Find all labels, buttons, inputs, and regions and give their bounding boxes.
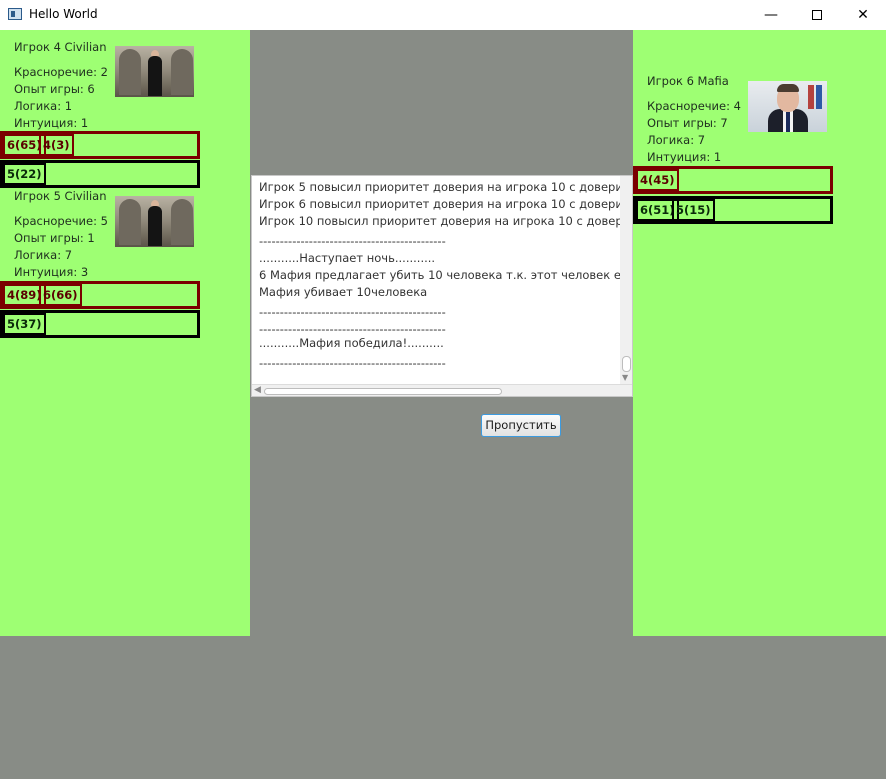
trust-tag: 5(22) xyxy=(3,163,46,185)
log-line: Игрок 10 повысил приоритет доверия на иг… xyxy=(259,214,633,228)
stat-eloquence: Красноречие: 2 xyxy=(14,65,108,79)
stat-logic: Логика: 7 xyxy=(647,133,706,147)
log-line: 6 Мафия предлагает убить 10 человека т.к… xyxy=(259,268,633,282)
scrollbar-thumb[interactable] xyxy=(622,356,631,372)
title-bar: Hello World — ✕ xyxy=(0,0,886,30)
stat-eloquence: Красноречие: 4 xyxy=(647,99,741,113)
player-photo xyxy=(115,196,194,247)
player-header: Игрок 5 Civilian xyxy=(14,189,107,203)
player-header: Игрок 6 Mafia xyxy=(647,74,729,88)
trust-row-red: 4(45) xyxy=(633,166,833,194)
trust-row-black: 5(22) xyxy=(0,160,200,188)
stat-intuition: Интуиция: 3 xyxy=(14,265,89,279)
trust-row-black: 5(37) xyxy=(0,310,200,338)
app-icon xyxy=(8,8,22,20)
log-line: ----------------------------------------… xyxy=(259,356,446,370)
stat-logic: Логика: 7 xyxy=(14,248,73,262)
log-line: ----------------------------------------… xyxy=(259,305,446,319)
log-line: Мафия убивает 10человека xyxy=(259,285,428,299)
scroll-down-icon[interactable]: ▼ xyxy=(622,373,628,382)
game-log[interactable]: Игрок 5 повысил приоритет доверия на игр… xyxy=(251,175,633,397)
stat-experience: Опыт игры: 6 xyxy=(14,82,95,96)
stat-eloquence: Красноречие: 5 xyxy=(14,214,108,228)
skip-button[interactable]: Пропустить xyxy=(481,414,561,437)
close-button[interactable]: ✕ xyxy=(840,0,886,30)
stat-intuition: Интуиция: 1 xyxy=(647,150,722,164)
trust-tag: 5(15) xyxy=(672,199,715,221)
scroll-left-icon[interactable]: ◀ xyxy=(254,385,261,395)
stat-experience: Опыт игры: 7 xyxy=(647,116,728,130)
trust-tag: 5(37) xyxy=(3,313,46,335)
window-title: Hello World xyxy=(29,7,98,21)
player-photo xyxy=(748,81,827,132)
log-line: ...........Мафия победила!.......... xyxy=(259,336,444,350)
trust-row-red: 4(89) 6(66) xyxy=(0,281,200,309)
player-photo xyxy=(115,46,194,97)
log-horizontal-scrollbar[interactable]: ◀ xyxy=(252,384,632,396)
trust-row-red: 6(65) 4(3) xyxy=(0,131,200,159)
right-player-panel: Игрок 6 Mafia Красноречие: 4 Опыт игры: … xyxy=(633,30,886,636)
stat-experience: Опыт игры: 1 xyxy=(14,231,95,245)
stat-intuition: Интуиция: 1 xyxy=(14,116,89,130)
left-player-panel: Игрок 4 Civilian Красноречие: 2 Опыт игр… xyxy=(0,30,250,636)
stat-logic: Логика: 1 xyxy=(14,99,73,113)
trust-tag: 4(3) xyxy=(39,134,74,156)
log-line: Игрок 5 повысил приоритет доверия на игр… xyxy=(259,180,633,194)
log-line: ...........Наступает ночь........... xyxy=(259,251,436,265)
log-line: ----------------------------------------… xyxy=(259,322,446,336)
log-vertical-scrollbar[interactable]: ▼ xyxy=(620,176,632,384)
maximize-button[interactable] xyxy=(794,0,840,30)
maximize-icon xyxy=(812,10,822,20)
minimize-button[interactable]: — xyxy=(748,0,794,30)
player-header: Игрок 4 Civilian xyxy=(14,40,107,54)
scrollbar-thumb[interactable] xyxy=(264,388,502,395)
log-line: ----------------------------------------… xyxy=(259,234,446,248)
trust-tag: 6(66) xyxy=(39,284,82,306)
log-line: Игрок 6 повысил приоритет доверия на игр… xyxy=(259,197,633,211)
trust-row-black: 6(51) 5(15) xyxy=(633,196,833,224)
trust-tag: 4(45) xyxy=(636,169,679,191)
